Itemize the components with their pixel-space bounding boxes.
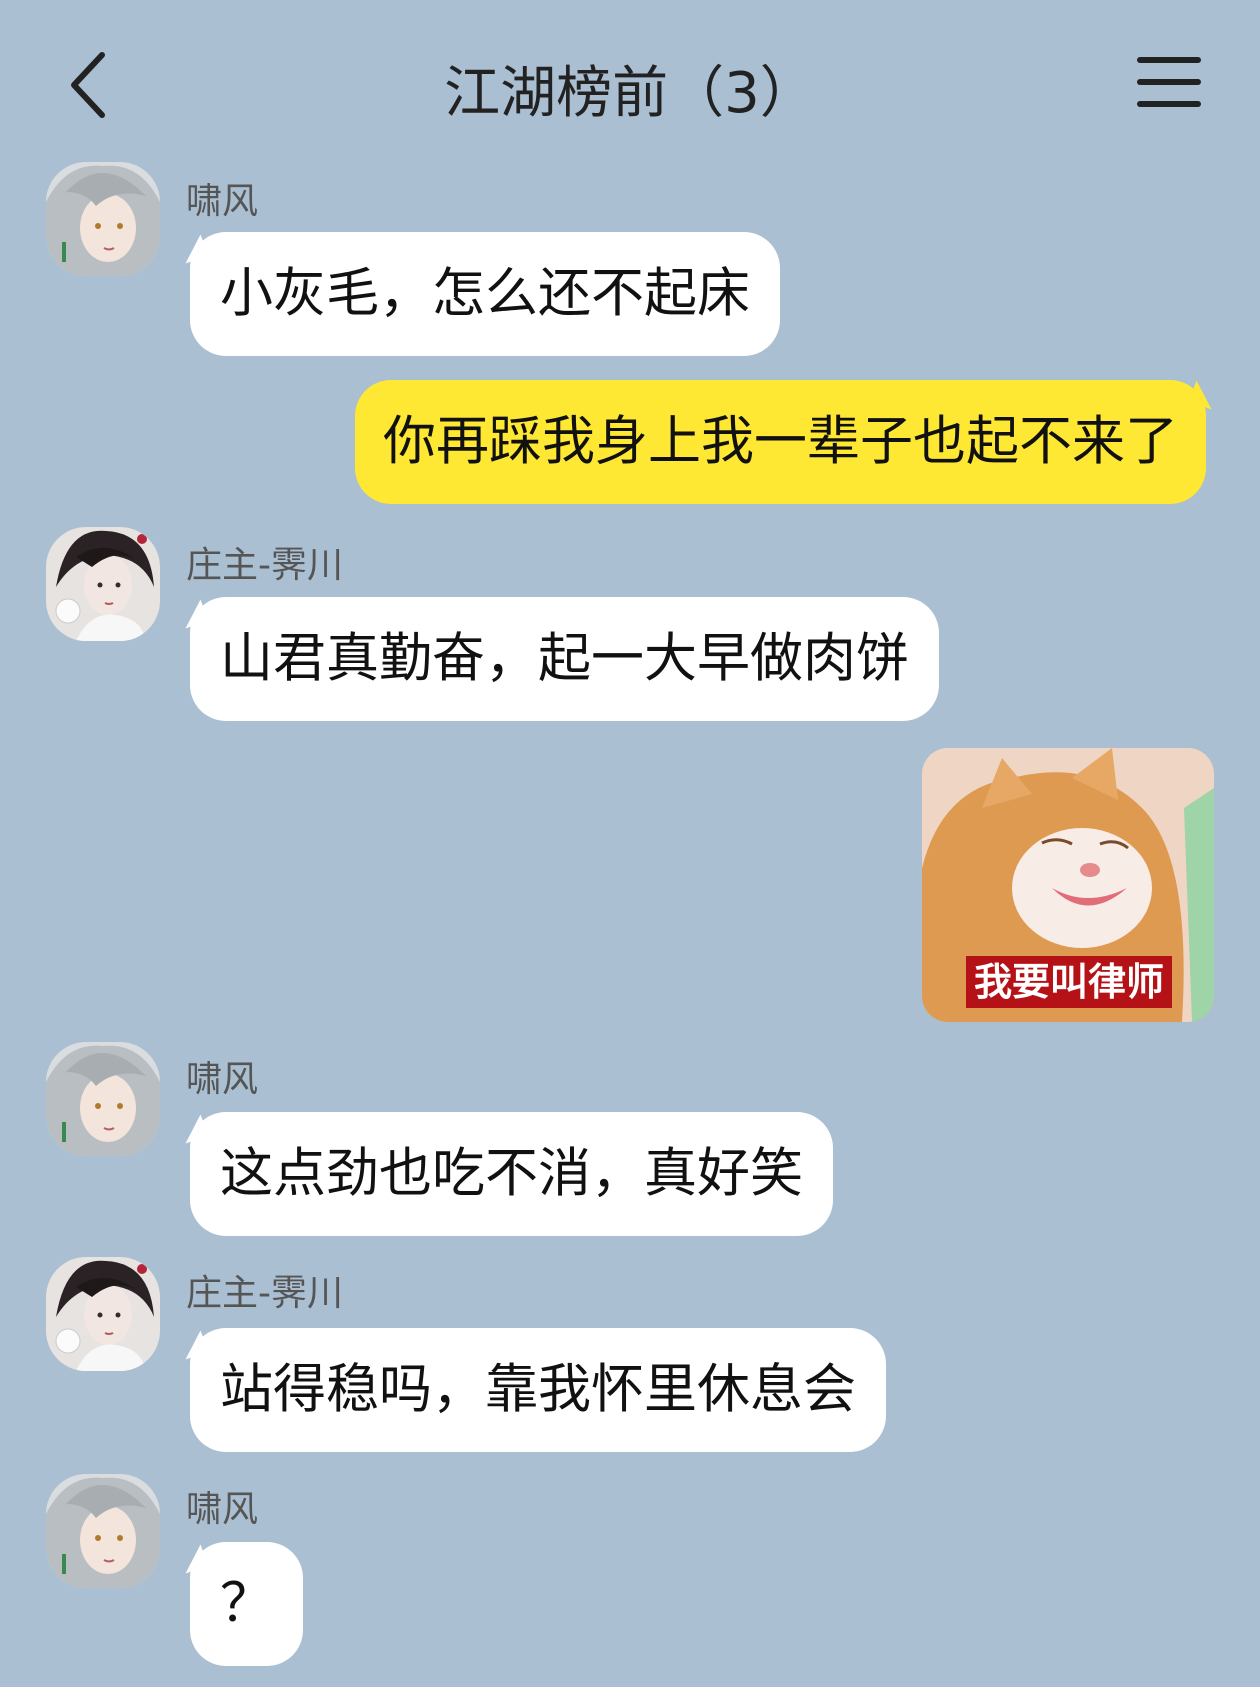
- avatar-xiaofeng[interactable]: [46, 1042, 160, 1156]
- message-bubble[interactable]: 小灰毛，怎么还不起床: [190, 232, 780, 356]
- avatar-zhuangzhu[interactable]: [46, 1257, 160, 1371]
- sender-name: 啸风: [186, 1059, 259, 1100]
- chat-header: 江湖榜前（3）: [0, 0, 1260, 160]
- sender-name: 庄主-霁川: [186, 1273, 343, 1314]
- hamburger-menu-icon: [1137, 57, 1201, 107]
- sender-name: 啸风: [186, 181, 259, 222]
- message-bubble[interactable]: ？: [190, 1542, 303, 1666]
- avatar-xiaofeng[interactable]: [46, 1474, 160, 1588]
- sender-name: 啸风: [186, 1489, 259, 1530]
- message-bubble[interactable]: 山君真勤奋，起一大早做肉饼: [190, 597, 939, 721]
- cat-sticker-image[interactable]: 我要叫律师: [922, 748, 1214, 1022]
- message-bubble[interactable]: 站得稳吗，靠我怀里休息会: [190, 1328, 886, 1452]
- menu-button[interactable]: [1136, 54, 1202, 110]
- chat-title: 江湖榜前（3）: [444, 61, 816, 126]
- avatar-xiaofeng[interactable]: [46, 162, 160, 276]
- sender-name: 庄主-霁川: [186, 545, 343, 586]
- message-bubble[interactable]: 这点劲也吃不消，真好笑: [190, 1112, 833, 1236]
- sticker-caption: 我要叫律师: [966, 956, 1173, 1008]
- avatar-zhuangzhu[interactable]: [46, 527, 160, 641]
- my-message-bubble[interactable]: 你再踩我身上我一辈子也起不来了: [355, 380, 1206, 504]
